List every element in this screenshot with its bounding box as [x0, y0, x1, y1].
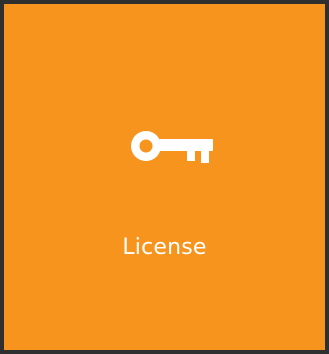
license-tile[interactable]: License	[4, 4, 325, 350]
tile-label: License	[122, 235, 207, 260]
key-icon	[127, 126, 213, 166]
